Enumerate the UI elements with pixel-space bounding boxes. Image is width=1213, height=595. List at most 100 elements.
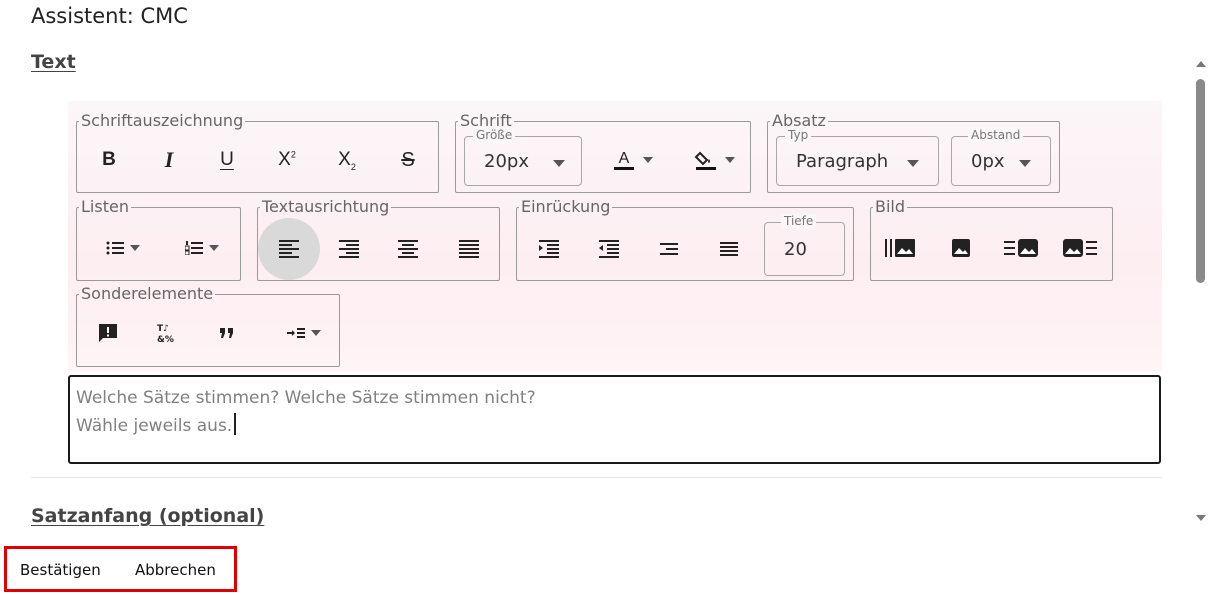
font-size-select[interactable]: Größe 20px <box>464 128 582 186</box>
image-left-button[interactable] <box>1058 228 1102 268</box>
spacing-select[interactable]: Abstand 0px <box>951 128 1051 186</box>
quote-button[interactable] <box>209 313 245 353</box>
fill-color-button[interactable] <box>686 140 742 180</box>
align-center-button[interactable] <box>390 229 426 269</box>
indent-increase-icon <box>539 240 559 258</box>
chevron-down-icon <box>907 160 919 167</box>
group-font-label: Schrift <box>460 111 512 130</box>
group-paragraph-label: Absatz <box>772 111 826 130</box>
group-image-label: Bild <box>875 197 906 216</box>
insert-indent-button[interactable] <box>278 313 330 353</box>
font-size-label: Größe <box>473 128 516 143</box>
spacing-label: Abstand <box>968 128 1024 143</box>
superscript-button[interactable]: X2 <box>270 140 304 180</box>
special-chars-icon: T♪ &% <box>157 324 174 344</box>
superscript-icon: X2 <box>278 149 296 170</box>
svg-text:A: A <box>619 150 630 167</box>
outdent-button[interactable] <box>651 229 687 269</box>
scrollbar-thumb[interactable] <box>1196 79 1205 283</box>
indent-decrease-icon <box>599 240 619 258</box>
indent-increase-button[interactable] <box>531 229 567 269</box>
chevron-down-icon <box>643 157 653 163</box>
svg-text:T♪: T♪ <box>157 324 169 334</box>
align-left-button[interactable] <box>271 229 307 269</box>
editor-line-2-text: Wähle jeweils aus. <box>76 416 233 436</box>
chevron-down-icon <box>1019 160 1031 167</box>
align-left-icon <box>279 240 299 258</box>
indent-depth-value: 20 <box>784 239 807 260</box>
group-special-label: Sonderelemente <box>81 284 214 303</box>
chevron-down-icon <box>209 245 219 251</box>
section-divider <box>31 477 1162 478</box>
special-chars-button[interactable]: T♪ &% <box>148 313 184 353</box>
paragraph-type-label: Typ <box>785 128 812 143</box>
align-justify-icon <box>459 240 479 258</box>
bullet-list-icon <box>106 241 124 255</box>
text-color-button[interactable]: A <box>604 140 660 180</box>
align-center-icon <box>398 240 418 258</box>
chevron-down-icon <box>130 245 140 251</box>
underline-icon: U <box>220 149 234 170</box>
image-gallery-icon <box>885 239 915 257</box>
group-lists-label: Listen <box>81 197 129 216</box>
font-size-value: 20px <box>484 151 529 172</box>
group-indent-label: Einrückung <box>521 197 611 216</box>
image-right-icon <box>1004 239 1038 257</box>
action-bar: Bestätigen Abbrechen <box>4 546 237 592</box>
text-cursor <box>234 413 236 435</box>
align-justify-button[interactable] <box>451 229 487 269</box>
bold-icon: B <box>102 149 116 170</box>
svg-text:&%: &% <box>157 335 174 344</box>
alert-icon <box>99 324 117 342</box>
numbered-list-icon <box>185 241 203 255</box>
editor-line-2: Wähle jeweils aus. <box>76 412 1153 440</box>
align-right-button[interactable] <box>331 229 367 269</box>
image-left-icon <box>1063 239 1097 257</box>
indent-decrease-button[interactable] <box>591 229 627 269</box>
insert-indent-icon <box>287 328 305 338</box>
section-text-link[interactable]: Text <box>31 51 76 73</box>
image-icon <box>952 239 970 257</box>
indent-justify-button[interactable] <box>711 229 747 269</box>
image-gallery-button[interactable] <box>879 228 923 268</box>
chevron-down-icon <box>311 330 321 336</box>
section-sentence-start-link[interactable]: Satzanfang (optional) <box>31 505 264 527</box>
image-button[interactable] <box>943 228 979 268</box>
group-alignment-label: Textausrichtung <box>262 197 390 216</box>
strikethrough-icon: S <box>401 148 415 171</box>
dialog-title: Assistent: CMC <box>31 4 188 28</box>
text-editor[interactable]: Welche Sätze stimmen? Welche Sätze stimm… <box>68 375 1161 464</box>
chevron-down-icon <box>553 160 565 167</box>
fill-color-icon <box>694 151 716 170</box>
italic-icon: I <box>164 147 174 172</box>
italic-button[interactable]: I <box>152 140 186 180</box>
editor-line-1: Welche Sätze stimmen? Welche Sätze stimm… <box>76 388 536 408</box>
align-right-icon <box>660 243 678 255</box>
strikethrough-button[interactable]: S <box>391 140 425 180</box>
underline-button[interactable]: U <box>210 140 244 180</box>
scroll-up-icon[interactable] <box>1196 61 1206 67</box>
group-formatting: Schriftauszeichnung <box>76 111 439 193</box>
paragraph-type-value: Paragraph <box>796 151 889 172</box>
spacing-value: 0px <box>971 151 1005 172</box>
align-justify-icon <box>720 242 738 256</box>
indent-depth-field[interactable]: Tiefe 20 <box>764 214 845 276</box>
image-right-button[interactable] <box>999 228 1043 268</box>
numbered-list-button[interactable] <box>176 228 228 268</box>
bold-button[interactable]: B <box>92 140 126 180</box>
confirm-button[interactable]: Bestätigen <box>20 561 101 579</box>
bullet-list-button[interactable] <box>97 228 149 268</box>
text-color-icon: A <box>614 150 634 170</box>
paragraph-type-select[interactable]: Typ Paragraph <box>776 128 939 186</box>
quote-icon <box>220 328 233 338</box>
subscript-icon: X2 <box>338 148 356 172</box>
scrollbar[interactable] <box>1188 53 1213 533</box>
subscript-button[interactable]: X2 <box>330 140 364 180</box>
scroll-down-icon[interactable] <box>1196 515 1206 521</box>
chevron-down-icon <box>725 157 735 163</box>
group-formatting-label: Schriftauszeichnung <box>81 111 244 130</box>
cancel-button[interactable]: Abbrechen <box>135 561 216 579</box>
indent-depth-label: Tiefe <box>781 214 817 229</box>
alert-button[interactable] <box>90 313 126 353</box>
align-right-icon <box>339 240 359 258</box>
